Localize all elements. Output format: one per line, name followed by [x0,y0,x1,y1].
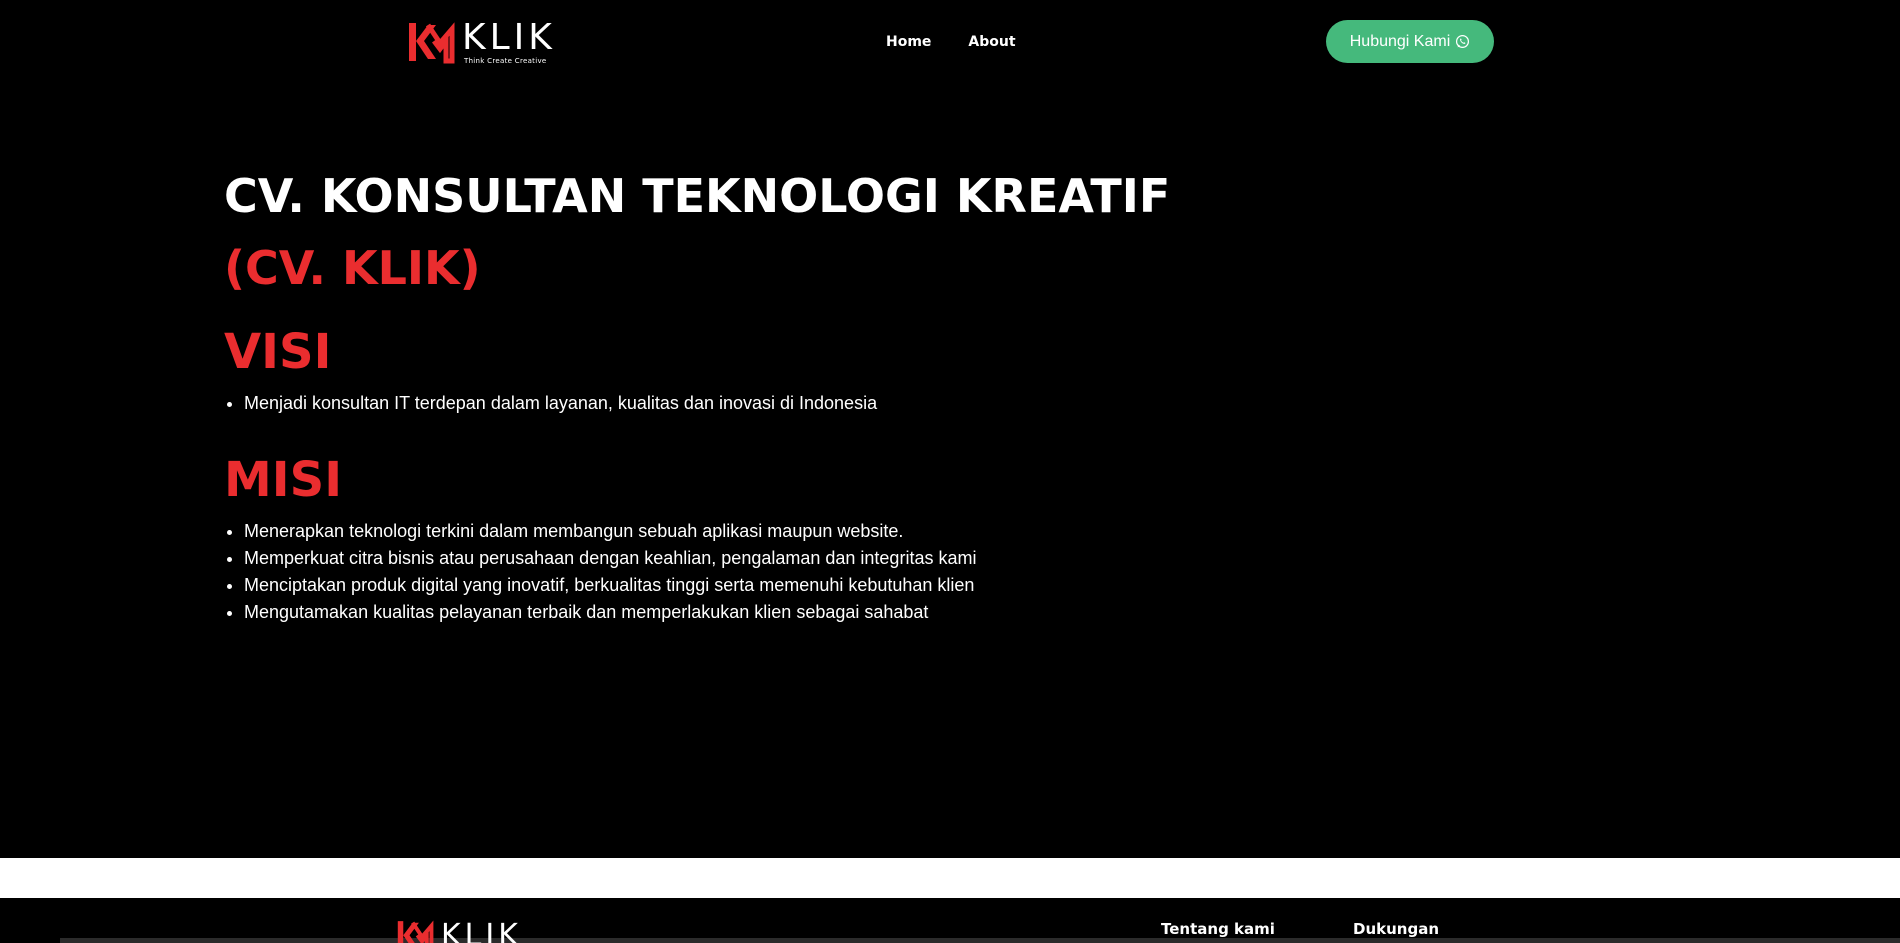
brand-logo[interactable]: KLIK Think Create Creative [406,19,556,65]
misi-item: Menerapkan teknologi terkini dalam memba… [244,518,1224,545]
company-title: CV. KONSULTAN TEKNOLOGI KREATIF (CV. KLI… [224,160,1214,304]
hubungi-kami-button[interactable]: Hubungi Kami [1326,20,1494,63]
company-name: CV. KONSULTAN TEKNOLOGI KREATIF [224,169,1171,223]
logo-tagline: Think Create Creative [464,56,547,65]
company-short-name: (CV. KLIK) [224,241,481,295]
section-divider [0,858,1900,898]
logo-wordmark: KLIK [462,16,556,58]
whatsapp-icon [1456,34,1470,49]
visi-heading: VISI [224,324,332,380]
footer-logo-mark-icon [397,920,434,943]
footer-strip [60,938,1900,943]
nav-home[interactable]: Home [886,34,931,50]
misi-item: Mengutamakan kualitas pelayanan terbaik … [244,599,1224,626]
visi-item: Menjadi konsultan IT terdepan dalam laya… [244,390,1224,417]
misi-list: Menerapkan teknologi terkini dalam memba… [224,518,1224,626]
misi-item: Memperkuat citra bisnis atau perusahaan … [244,545,1224,572]
site-footer: KLIK Tentang kami Dukungan [0,898,1900,943]
main-content: CV. KONSULTAN TEKNOLOGI KREATIF (CV. KLI… [224,160,1224,626]
klik-logo-mark-icon [409,22,455,64]
visi-list: Menjadi konsultan IT terdepan dalam laya… [224,390,1224,417]
nav-about[interactable]: About [968,34,1015,50]
cta-label: Hubungi Kami [1349,32,1451,50]
misi-heading: MISI [224,452,343,508]
site-header: KLIK Think Create Creative Home About Hu… [0,0,1900,84]
footer-logo[interactable]: KLIK [395,918,522,943]
footer-heading-dukungan: Dukungan [1353,920,1440,938]
main-nav: Home About [886,34,1016,50]
footer-heading-tentang-kami: Tentang kami [1161,920,1275,938]
footer-logo-wordmark: KLIK [441,918,522,943]
misi-item: Menciptakan produk digital yang inovatif… [244,572,1224,599]
